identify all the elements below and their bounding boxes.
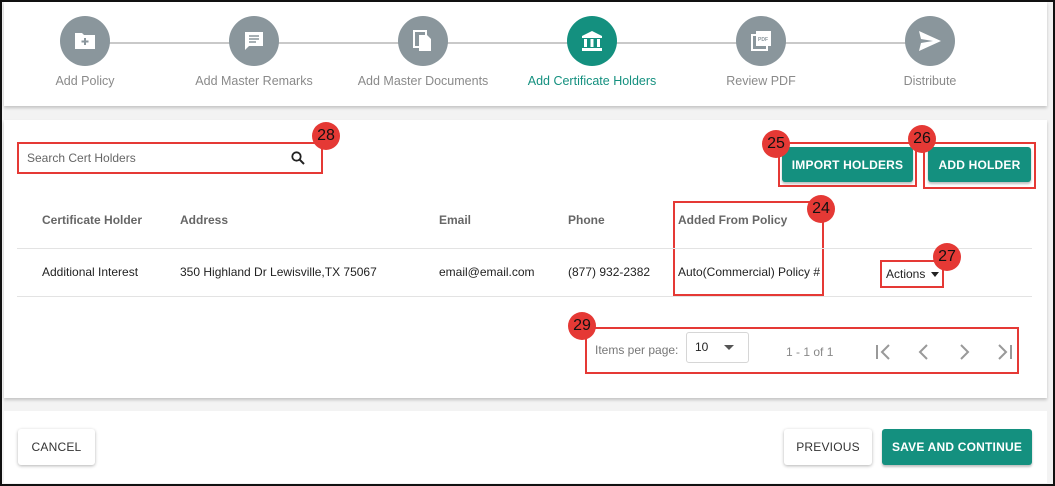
last-page-icon[interactable] [992, 340, 1016, 364]
row-divider [17, 296, 1032, 297]
step-label: Add Policy [55, 74, 115, 88]
import-holders-button[interactable]: IMPORT HOLDERS [782, 147, 913, 182]
step-label: Add Master Documents [357, 74, 489, 88]
annotation-badge: 26 [908, 125, 936, 153]
step-add-master-remarks[interactable]: Add Master Remarks [174, 16, 334, 88]
column-header-holder: Certificate Holder [42, 213, 143, 227]
step-add-master-documents[interactable]: Add Master Documents [343, 16, 503, 88]
step-label: Add Master Remarks [195, 74, 313, 88]
cell-email: email@email.com [439, 265, 535, 279]
step-label: Add Certificate Holders [527, 74, 657, 88]
cell-phone: (877) 932-2382 [568, 265, 651, 279]
add-holder-button[interactable]: ADD HOLDER [928, 147, 1031, 182]
next-page-icon[interactable] [952, 340, 976, 364]
cell-address: 350 Highland Dr Lewisville,TX 75067 [180, 265, 377, 279]
cell-holder: Additional Interest [42, 265, 139, 279]
cancel-button[interactable]: CANCEL [18, 429, 95, 465]
first-page-icon[interactable] [872, 340, 896, 364]
step-add-policy[interactable]: Add Policy [5, 16, 165, 88]
annotation-badge: 29 [568, 312, 596, 340]
actions-label: Actions [886, 267, 926, 281]
step-add-certificate-holders[interactable]: Add Certificate Holders [512, 16, 672, 88]
previous-page-icon[interactable] [912, 340, 936, 364]
svg-text:PDF: PDF [758, 37, 768, 43]
pdf-icon: PDF [736, 16, 786, 66]
save-and-continue-button[interactable]: SAVE AND CONTINUE [882, 429, 1032, 465]
search-icon[interactable] [291, 151, 305, 170]
annotation-badge: 25 [762, 130, 790, 158]
previous-button[interactable]: PREVIOUS [784, 429, 872, 465]
page-range: 1 - 1 of 1 [786, 345, 834, 359]
folder-plus-icon [60, 16, 110, 66]
items-per-page-value: 10 [695, 340, 709, 354]
items-per-page-select[interactable]: 10 [686, 332, 749, 363]
step-label: Review PDF [726, 74, 796, 88]
annotation-badge: 27 [933, 243, 961, 271]
items-per-page-label: Items per page: [595, 343, 679, 357]
search-box [17, 142, 323, 174]
stepper-card: Add Policy Add Master Remarks Add Master… [4, 2, 1047, 106]
chevron-down-icon [931, 271, 940, 277]
documents-icon [398, 16, 448, 66]
bank-icon [567, 16, 617, 66]
search-input[interactable] [19, 151, 279, 165]
comment-icon [229, 16, 279, 66]
step-label: Distribute [903, 74, 957, 88]
column-header-address: Address [180, 213, 229, 227]
header-divider [17, 248, 1032, 249]
chevron-down-icon [724, 345, 734, 350]
column-header-email: Email [439, 213, 472, 227]
send-icon [905, 16, 955, 66]
step-review-pdf[interactable]: PDF Review PDF [681, 16, 841, 88]
annotation-badge: 28 [312, 122, 340, 150]
cell-policy: Auto(Commercial) Policy # [678, 265, 821, 279]
step-distribute[interactable]: Distribute [850, 16, 1010, 88]
column-header-phone: Phone [568, 213, 605, 227]
annotation-badge: 24 [807, 195, 835, 223]
